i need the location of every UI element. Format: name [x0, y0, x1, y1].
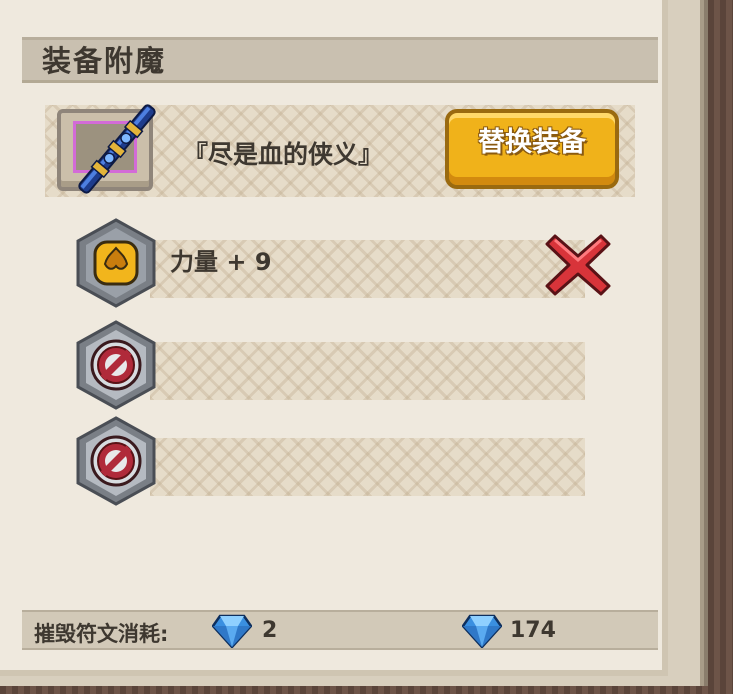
staff-weapon-icon: [78, 104, 156, 194]
enchant-panel: 装备附魔 『尽是血的侠义』 替换装备 力量 + 9 摧毁符文消耗: 2 174: [0, 0, 668, 676]
rune-slot-1: 力量 + 9: [75, 218, 611, 308]
footer-bar: 摧毁符文消耗: 2 174: [22, 610, 658, 650]
locked-slot-icon[interactable]: [75, 320, 157, 410]
panel-header: 装备附魔: [22, 37, 658, 83]
diamond-gem-icon: [462, 614, 502, 648]
strength-rune-icon[interactable]: [75, 218, 157, 308]
locked-slot-icon[interactable]: [75, 416, 157, 506]
diamond-gem-icon: [212, 614, 252, 648]
replace-equipment-button[interactable]: 替换装备: [445, 109, 619, 189]
rune-slot-3: [75, 416, 585, 506]
rune-bar: [150, 438, 585, 496]
remove-rune-button[interactable]: [545, 230, 611, 300]
rune-slot-2: [75, 320, 585, 410]
equipment-row: 『尽是血的侠义』 替换装备: [45, 104, 635, 197]
destroy-cost-label: 摧毁符文消耗:: [34, 622, 169, 646]
rune-bar: [150, 342, 585, 400]
equipment-name: 『尽是血的侠义』: [183, 140, 384, 169]
panel-title: 装备附魔: [42, 44, 167, 78]
destroy-cost-value: 2: [262, 618, 278, 643]
equipment-slot[interactable]: [57, 104, 156, 194]
rune-slot-1-text: 力量 + 9: [170, 248, 272, 276]
gem-balance: 174: [510, 618, 556, 643]
